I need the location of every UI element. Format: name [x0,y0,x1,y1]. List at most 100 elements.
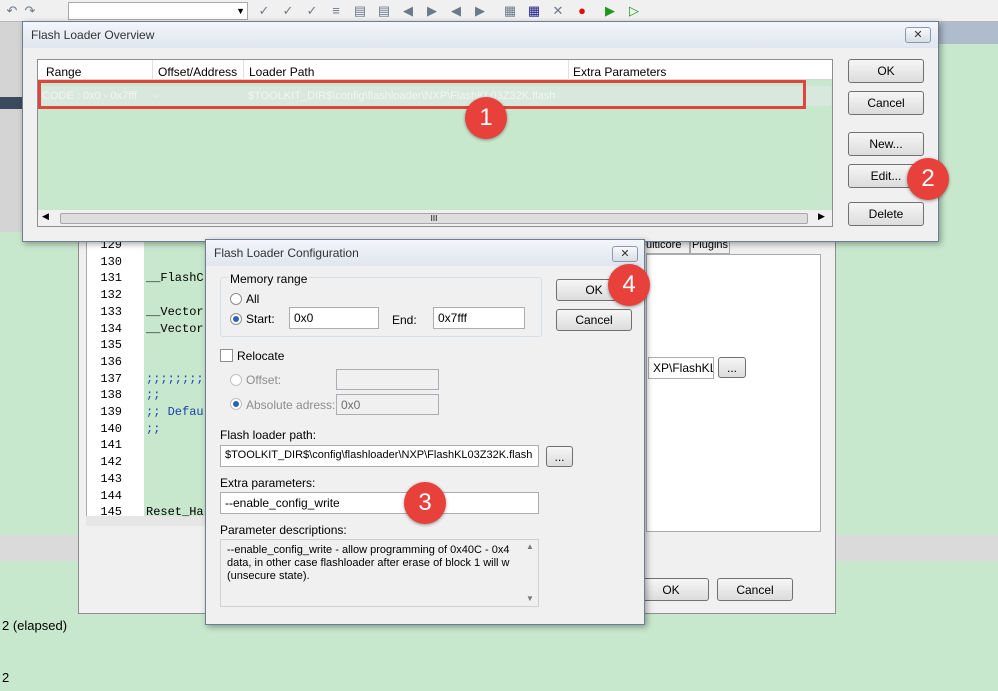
vertical-scrollbar[interactable]: ▲ ▼ [523,540,538,606]
overview-cancel-button[interactable]: Cancel [848,91,924,115]
arrow-left-icon[interactable]: ◀ [448,3,464,19]
redo-icon[interactable]: ↷ [22,3,38,19]
code-line: __FlashC [146,271,204,285]
annotation-badge-2: 2 [907,158,949,200]
relocate-checkbox[interactable] [220,349,233,362]
window-title: Flash Loader Configuration [214,246,359,260]
absolute-address-radio[interactable] [230,398,242,410]
line-number: 130 [100,255,122,269]
code-line: __Vector [146,305,204,319]
col-range[interactable]: Range [46,65,81,79]
overview-ok-button[interactable]: OK [848,59,924,83]
line-number: 140 [100,422,122,436]
code-line: ;; [146,388,161,402]
end-label: End: [392,313,417,327]
check-icon[interactable]: ✓ [256,3,272,19]
offset-label: Offset: [246,373,282,387]
build-icon[interactable]: ▦ [526,3,542,19]
overview-titlebar: Flash Loader Overview ✕ [23,22,938,48]
delete-button[interactable]: Delete [848,202,924,226]
parameter-descriptions-text: --enable_config_write - allow programmin… [220,539,539,607]
parameter-descriptions-label: Parameter descriptions: [220,523,347,537]
offset-input[interactable] [336,369,439,390]
check-icon[interactable]: ✓ [304,3,320,19]
col-offset[interactable]: Offset/Address [158,65,237,79]
doc-icon[interactable]: ▤ [376,3,392,19]
line-number: 139 [100,405,122,419]
doc-icon[interactable]: ▤ [352,3,368,19]
breakpoint-icon[interactable]: ● [574,3,590,19]
window-title: Flash Loader Overview [31,28,155,42]
line-number: 142 [100,455,122,469]
col-extra-parameters[interactable]: Extra Parameters [573,65,666,79]
build-output-text: 2 [2,670,10,685]
memory-range-label: Memory range [228,272,310,286]
annotation-badge-3: 3 [404,482,446,524]
col-divider [243,60,244,80]
options-cancel-button[interactable]: Cancel [717,578,793,601]
relocate-label: Relocate [237,349,285,363]
scroll-right-icon[interactable]: ▶ [818,211,825,222]
tab-panel [646,254,821,532]
compile-icon[interactable]: ▦ [502,3,518,19]
flash-loader-config-window: Flash Loader Configuration ✕ Memory rang… [205,239,645,625]
scroll-left-icon[interactable]: ◀ [42,211,49,222]
left-panel [0,22,24,232]
code-line: __Vector [146,322,204,336]
config-titlebar: Flash Loader Configuration ✕ [206,240,644,266]
debug-icon[interactable]: ▶ [602,3,618,19]
toolbar-combo[interactable]: ▼ [68,2,248,20]
absolute-address-label: Absolute adress: [246,398,336,412]
start-input[interactable]: 0x0 [289,307,379,329]
new-button[interactable]: New... [848,132,924,156]
scroll-thumb[interactable]: III [60,213,808,224]
main-toolbar: ↶ ↷ ▼ ✓ ✓ ✓ ≡ ▤ ▤ ◀ ▶ ◀ ▶ ▦ ▦ ✕ ● ▶ ▷ [0,0,998,22]
line-number: 145 [100,505,122,519]
horizontal-scrollbar[interactable]: ◀ III ▶ [38,210,832,226]
browse-button[interactable]: ... [546,446,573,467]
line-number: 135 [100,338,122,352]
flash-loader-path-input[interactable]: $TOOLKIT_DIR$\config\flashloader\NXP\Fla… [220,445,539,467]
list-header: Range Offset/Address Loader Path Extra P… [38,60,832,80]
line-number: 134 [100,322,122,336]
close-icon[interactable]: ✕ [612,246,638,262]
scroll-up-icon[interactable]: ▲ [526,542,534,551]
desc-line: (unsecure state). [227,570,310,582]
col-divider [568,60,569,80]
flash-loader-path-label: Flash loader path: [220,428,317,442]
arrow-right-icon[interactable]: ▶ [472,3,488,19]
all-label: All [246,292,260,306]
line-number: 137 [100,372,122,386]
browse-button[interactable]: ... [718,357,746,378]
check-icon[interactable]: ✓ [280,3,296,19]
close-icon[interactable]: ✕ [905,27,931,43]
start-radio[interactable] [230,313,242,325]
offset-radio[interactable] [230,374,242,386]
config-cancel-button[interactable]: Cancel [556,309,632,331]
line-number: 136 [100,355,122,369]
end-input[interactable]: 0x7fff [433,307,525,329]
highlight-box [38,80,806,109]
all-radio[interactable] [230,293,242,305]
col-divider [152,60,153,80]
extra-parameters-label: Extra parameters: [220,476,316,490]
line-number: 143 [100,472,122,486]
undo-icon[interactable]: ↶ [4,3,20,19]
scroll-down-icon[interactable]: ▼ [526,594,534,603]
col-loader-path[interactable]: Loader Path [249,65,314,79]
debug-no-download-icon[interactable]: ▷ [626,3,642,19]
arrow-right-icon[interactable]: ▶ [424,3,440,19]
line-number: 138 [100,388,122,402]
line-number: 141 [100,438,122,452]
flashloader-path-partial[interactable]: XP\FlashKL03 [648,357,714,379]
tab-strip [938,22,998,44]
arrow-left-icon[interactable]: ◀ [400,3,416,19]
extra-parameters-input[interactable]: --enable_config_write [220,492,539,514]
line-number: 144 [100,489,122,503]
list-icon[interactable]: ≡ [328,3,344,19]
absolute-address-input[interactable]: 0x0 [336,394,439,415]
chevron-down-icon: ▼ [236,6,245,16]
desc-line: --enable_config_write - allow programmin… [227,544,510,556]
stop-build-icon[interactable]: ✕ [550,3,566,19]
left-panel-header [0,97,24,109]
